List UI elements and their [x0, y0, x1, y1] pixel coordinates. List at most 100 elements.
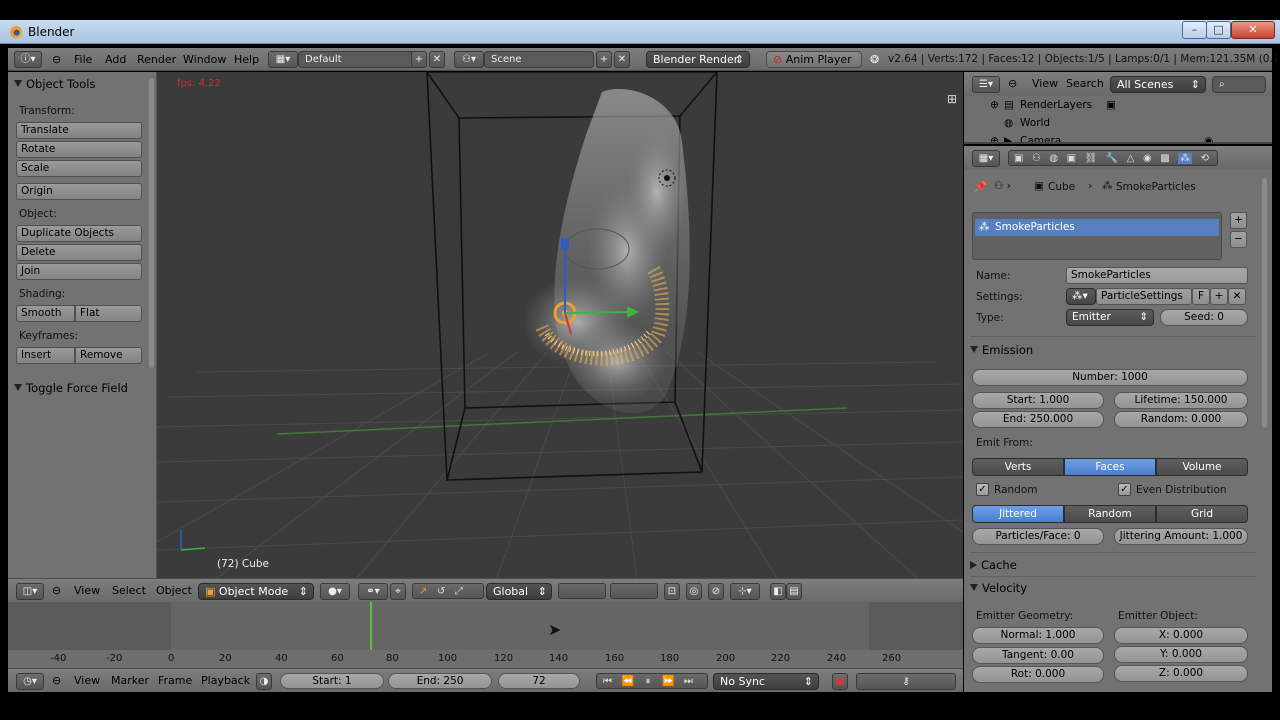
properties-scrollbar[interactable]	[1262, 178, 1267, 428]
tangent-rotation-field[interactable]: Rot: 0.000	[972, 666, 1104, 683]
flat-button[interactable]: Flat	[75, 305, 142, 322]
tangent-velocity-field[interactable]: Tangent: 0.00	[972, 647, 1104, 664]
emit-from-faces[interactable]: Faces	[1064, 458, 1156, 476]
type-dropdown[interactable]: Emitter ⇕	[1066, 309, 1154, 326]
menu-file[interactable]: File	[74, 48, 92, 71]
viewport-shading-icon[interactable]: ●▾	[320, 583, 350, 600]
anim-player-button[interactable]: ⊘ Anim Player	[766, 51, 862, 68]
screen-layout-icon[interactable]: ▦▾	[268, 51, 298, 68]
remove-screen-icon[interactable]: ✕	[429, 51, 445, 68]
screen-layout-field[interactable]: Default	[298, 51, 418, 68]
particles-per-face-field[interactable]: Particles/Face: 0	[972, 528, 1104, 545]
timeline-ruler[interactable]	[8, 650, 963, 668]
menu-select[interactable]: Select	[112, 579, 146, 603]
new-settings-button[interactable]: +	[1210, 288, 1228, 305]
translate-button[interactable]: Translate	[16, 122, 142, 139]
remove-keyframe-button[interactable]: Remove	[75, 347, 142, 364]
3d-viewport[interactable]: fps: 4.22 (72) Cube ⊞	[157, 72, 963, 578]
layer-buttons-2[interactable]	[610, 583, 658, 599]
particle-system-list-item[interactable]: ⁂ SmokeParticles	[975, 219, 1219, 236]
expand-icon[interactable]: ⊕	[990, 96, 999, 115]
snap-element-icon[interactable]: ⊘	[708, 583, 724, 600]
jump-start-icon[interactable]: ⏮	[603, 676, 612, 687]
velocity-panel-header[interactable]: Velocity	[970, 581, 1027, 595]
unlink-settings-button[interactable]: ✕	[1228, 288, 1246, 305]
menu-view[interactable]: View	[74, 669, 100, 693]
preview-range-icon[interactable]: ◑	[256, 673, 272, 690]
render-preview-icon[interactable]: ◧	[770, 583, 786, 600]
even-distribution-checkbox[interactable]: ✓	[1118, 483, 1131, 496]
scene-icon[interactable]: ⚇▾	[454, 51, 484, 68]
cache-panel-header[interactable]: Cache	[970, 558, 1017, 572]
seed-field[interactable]: Seed: 0	[1160, 309, 1248, 326]
settings-field[interactable]: ParticleSettings	[1096, 288, 1192, 305]
close-button[interactable]: ✕	[1231, 21, 1275, 39]
keying-set-field[interactable]: ⚷	[856, 673, 956, 690]
manipulator-buttons[interactable]: ↗ ↺ ⤢	[412, 583, 484, 599]
random-lifetime-field[interactable]: Random: 0.000	[1114, 411, 1248, 428]
menu-marker[interactable]: Marker	[111, 669, 149, 693]
scene-field[interactable]: Scene	[484, 51, 594, 68]
end-frame-field[interactable]: End: 250	[388, 673, 492, 689]
add-region-icon[interactable]: ⊞	[947, 92, 957, 106]
editor-type-properties-icon[interactable]: ▦▾	[972, 150, 1000, 167]
visibility-eye-icon[interactable]: ◉	[1204, 132, 1213, 142]
remove-particle-system-button[interactable]: −	[1230, 231, 1247, 248]
start-frame-field[interactable]: Start: 1	[280, 673, 384, 689]
render-engine-dropdown[interactable]: Blender Render ⇕	[646, 51, 750, 68]
emit-from-volume[interactable]: Volume	[1156, 458, 1248, 476]
menu-window[interactable]: Window	[183, 48, 226, 71]
next-keyframe-icon[interactable]: ⏩	[662, 676, 674, 687]
jump-end-icon[interactable]: ⏭	[684, 676, 693, 687]
translate-manipulator-icon[interactable]: ↗	[419, 586, 427, 597]
record-icon[interactable]: ●	[832, 673, 848, 690]
physics-tab-icon[interactable]: ⟲	[1201, 153, 1209, 164]
opengl-render-icon[interactable]: ▤	[786, 583, 802, 600]
scale-button[interactable]: Scale	[16, 160, 142, 177]
smooth-button[interactable]: Smooth	[16, 305, 75, 322]
outliner-menu-search[interactable]: Search	[1066, 72, 1104, 96]
toggle-force-field-panel-header[interactable]: Toggle Force Field	[14, 381, 128, 395]
delete-button[interactable]: Delete	[16, 244, 142, 261]
menu-frame[interactable]: Frame	[158, 669, 192, 693]
particle-system-list[interactable]: ⁂ SmokeParticles	[972, 212, 1222, 260]
sync-mode-dropdown[interactable]: No Sync ⇕	[713, 673, 819, 690]
material-tab-icon[interactable]: ◉	[1143, 153, 1152, 164]
outliner-menu-view[interactable]: View	[1032, 72, 1058, 96]
settings-browse-icon[interactable]: ⁂▾	[1066, 288, 1096, 305]
outliner-tree[interactable]: ⊕ ▤ RenderLayers ▣ ◍ World ⊕ ▶ Camera ◉	[964, 96, 1272, 144]
current-frame-field[interactable]: 72	[498, 673, 580, 689]
current-frame-indicator[interactable]	[370, 602, 372, 650]
transform-orientation-dropdown[interactable]: Global ⇕	[486, 583, 552, 600]
menu-view[interactable]: View	[74, 579, 100, 603]
random-checkbox[interactable]: ✓	[976, 483, 989, 496]
jittering-amount-field[interactable]: Jittering Amount: 1.000	[1114, 528, 1248, 545]
object-tools-panel-header[interactable]: Object Tools	[14, 77, 95, 91]
scene-tab-icon[interactable]: ⚇	[1032, 153, 1041, 164]
origin-button[interactable]: Origin	[16, 183, 142, 200]
interaction-mode-dropdown[interactable]: ▣ Object Mode ⇕	[198, 583, 314, 600]
data-tab-icon[interactable]: △	[1127, 153, 1135, 164]
timeline-editor[interactable]: -40 -20 0 20 40 60 80 100 120 140 160 18…	[8, 602, 963, 668]
distribution-grid[interactable]: Grid	[1156, 505, 1248, 523]
object-velocity-y-field[interactable]: Y: 0.000	[1114, 646, 1248, 663]
collapse-menu-icon[interactable]: ⊖	[52, 669, 61, 693]
scale-manipulator-icon[interactable]: ⤢	[455, 586, 463, 597]
texture-tab-icon[interactable]: ▩	[1160, 153, 1169, 164]
distribution-random[interactable]: Random	[1064, 505, 1156, 523]
lock-layer-icon[interactable]: ⊡	[664, 583, 680, 600]
constraints-tab-icon[interactable]: ⛓	[1085, 153, 1098, 164]
outliner-row-renderlayers[interactable]: ⊕ ▤ RenderLayers ▣	[964, 96, 1272, 115]
remove-scene-icon[interactable]: ✕	[614, 51, 630, 68]
editor-type-outliner-icon[interactable]: ☰▾	[972, 76, 1000, 93]
layer-buttons-1[interactable]	[558, 583, 606, 599]
playback-controls[interactable]: ⏮ ⏪ ⏸ ⏩ ⏭	[596, 673, 708, 689]
modifiers-tab-icon[interactable]: 🔧	[1106, 153, 1118, 164]
menu-add[interactable]: Add	[105, 48, 126, 71]
editor-type-timeline-icon[interactable]: ◷▾	[16, 673, 44, 690]
rotate-button[interactable]: Rotate	[16, 141, 142, 158]
start-field[interactable]: Start: 1.000	[972, 392, 1104, 409]
maximize-button[interactable]: □	[1206, 21, 1231, 39]
outliner-search-input[interactable]: ⌕	[1212, 76, 1266, 93]
world-tab-icon[interactable]: ◍	[1049, 153, 1058, 164]
